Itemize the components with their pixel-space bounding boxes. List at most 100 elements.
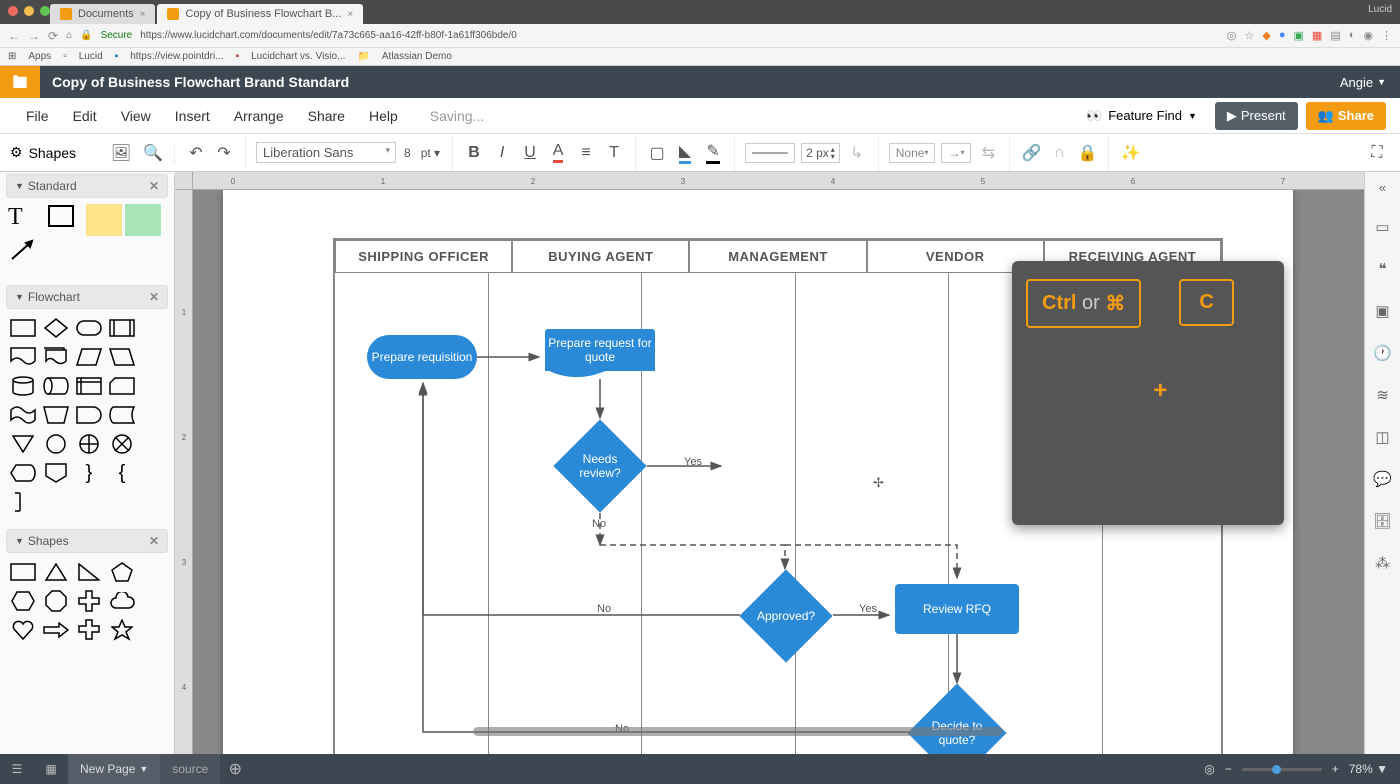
- sh-rightarrow[interactable]: [41, 617, 71, 643]
- search-icon[interactable]: 🔍: [142, 142, 164, 164]
- fc-internal[interactable]: [74, 373, 104, 399]
- fc-decision[interactable]: [41, 315, 71, 341]
- arrow-start-select[interactable]: None ▾: [889, 143, 936, 163]
- arrow-shape[interactable]: [8, 239, 44, 271]
- sh-doublearrow[interactable]: [74, 617, 104, 643]
- source-tab[interactable]: source: [160, 754, 220, 784]
- fc-directdata[interactable]: [41, 373, 71, 399]
- line-width-select[interactable]: 2 px▴▾: [801, 143, 840, 163]
- menu-insert[interactable]: Insert: [163, 108, 222, 124]
- extension-icons[interactable]: ◎☆◆●▣▦▤◐◉⋮: [1227, 29, 1392, 42]
- lane-header[interactable]: BUYING AGENT: [512, 240, 689, 273]
- swap-icon[interactable]: ⇆: [977, 142, 999, 164]
- horizontal-scrollbar[interactable]: [473, 727, 1003, 736]
- page-tab[interactable]: New Page ▼: [68, 754, 160, 784]
- fc-data[interactable]: [74, 344, 104, 370]
- fc-brace-r[interactable]: }: [74, 460, 104, 486]
- fc-multidoc[interactable]: [41, 344, 71, 370]
- target-icon[interactable]: ◎: [1204, 762, 1214, 776]
- sh-pentagon[interactable]: [107, 559, 137, 585]
- menu-share[interactable]: Share: [296, 108, 357, 124]
- window-controls[interactable]: [8, 6, 50, 16]
- menu-view[interactable]: View: [109, 108, 163, 124]
- fc-database[interactable]: [8, 373, 38, 399]
- bold-icon[interactable]: B: [463, 142, 485, 164]
- fc-delay[interactable]: [74, 402, 104, 428]
- sh-triangle[interactable]: [41, 559, 71, 585]
- link-icon[interactable]: 🔗: [1020, 142, 1042, 164]
- font-select[interactable]: Liberation Sans: [256, 142, 396, 163]
- layers-icon[interactable]: ≋: [1373, 385, 1393, 405]
- line-route-icon[interactable]: ↳: [846, 142, 868, 164]
- close-icon[interactable]: ✕: [149, 290, 159, 304]
- user-menu[interactable]: Angie ▼: [1340, 75, 1400, 90]
- shape-prepare-rfq[interactable]: Prepare request for quote: [545, 329, 655, 371]
- master-icon[interactable]: ◫: [1373, 427, 1393, 447]
- rect-shape[interactable]: [47, 204, 83, 236]
- comment-icon[interactable]: ❝: [1373, 259, 1393, 279]
- fc-sum[interactable]: [107, 431, 137, 457]
- shape-prepare-requisition[interactable]: Prepare requisition: [367, 335, 477, 379]
- home-icon[interactable]: ⌂: [66, 30, 72, 41]
- list-view-icon[interactable]: ☰: [0, 762, 34, 776]
- feature-find-button[interactable]: 👀 Feature Find ▼: [1076, 108, 1207, 124]
- sh-rtriangle[interactable]: [74, 559, 104, 585]
- sh-rect[interactable]: [8, 559, 38, 585]
- menu-arrange[interactable]: Arrange: [222, 108, 296, 124]
- image-icon[interactable]: 🖼: [110, 142, 132, 164]
- page-icon[interactable]: ▭: [1373, 217, 1393, 237]
- fc-card[interactable]: [107, 373, 137, 399]
- close-icon[interactable]: ✕: [149, 534, 159, 548]
- url-text[interactable]: https://www.lucidchart.com/documents/edi…: [140, 30, 1392, 41]
- fc-data2[interactable]: [107, 344, 137, 370]
- shapes-button[interactable]: ⚙ Shapes: [10, 144, 76, 161]
- shape-fill-icon[interactable]: ▢: [646, 142, 668, 164]
- share-button[interactable]: 👥 Share: [1306, 102, 1386, 130]
- fc-document[interactable]: [8, 344, 38, 370]
- menu-edit[interactable]: Edit: [61, 108, 109, 124]
- close-icon[interactable]: ✕: [149, 179, 159, 193]
- browser-tab[interactable]: Documents×: [50, 4, 155, 24]
- fc-or[interactable]: [74, 431, 104, 457]
- text-shape[interactable]: T: [8, 204, 44, 236]
- menu-file[interactable]: File: [14, 108, 61, 124]
- lane-header[interactable]: SHIPPING OFFICER: [335, 240, 512, 273]
- fc-stored[interactable]: [107, 402, 137, 428]
- redo-icon[interactable]: ↷: [213, 142, 235, 164]
- chat-icon[interactable]: 💬: [1373, 469, 1393, 489]
- back-icon[interactable]: ←: [8, 29, 20, 43]
- document-title[interactable]: Copy of Business Flowchart Brand Standar…: [40, 74, 1340, 90]
- fill-color-icon[interactable]: ◣: [674, 142, 696, 164]
- text-color-icon[interactable]: A: [547, 142, 569, 164]
- collapse-icon[interactable]: «: [1379, 180, 1386, 195]
- sh-heart[interactable]: [8, 617, 38, 643]
- sh-cross[interactable]: [74, 588, 104, 614]
- italic-icon[interactable]: I: [491, 142, 513, 164]
- sh-hexagon[interactable]: [8, 588, 38, 614]
- font-unit-select[interactable]: pt ▾: [419, 144, 442, 162]
- note-shape[interactable]: [86, 204, 122, 236]
- wand-icon[interactable]: ✨: [1119, 142, 1141, 164]
- green-shape[interactable]: [125, 204, 161, 236]
- zoom-slider[interactable]: [1242, 768, 1322, 771]
- logo-icon[interactable]: [0, 66, 40, 98]
- present-button[interactable]: ▶ Present: [1215, 102, 1298, 130]
- sh-octagon[interactable]: [41, 588, 71, 614]
- fc-merge[interactable]: [8, 431, 38, 457]
- line-color-icon[interactable]: ✎: [702, 142, 724, 164]
- forward-icon[interactable]: →: [28, 29, 40, 43]
- lane-header[interactable]: MANAGEMENT: [689, 240, 866, 273]
- sh-star[interactable]: [107, 617, 137, 643]
- undo-icon[interactable]: ↶: [185, 142, 207, 164]
- panel-header-standard[interactable]: ▼Standard✕: [6, 174, 168, 198]
- magnet-icon[interactable]: ∩: [1048, 142, 1070, 164]
- zoom-out-icon[interactable]: −: [1225, 762, 1232, 776]
- bookmark-bar[interactable]: ⊞Apps ▫Lucid ▪https://view.pointdri... ▪…: [0, 48, 1400, 66]
- menu-help[interactable]: Help: [357, 108, 410, 124]
- text-size-icon[interactable]: T: [603, 142, 625, 164]
- present-icon[interactable]: ▣: [1373, 301, 1393, 321]
- font-size-input[interactable]: 8: [402, 144, 413, 162]
- shape-review-rfq[interactable]: Review RFQ: [895, 584, 1019, 634]
- data-icon[interactable]: 🗄: [1373, 511, 1393, 531]
- lock-icon[interactable]: 🔒: [1076, 142, 1098, 164]
